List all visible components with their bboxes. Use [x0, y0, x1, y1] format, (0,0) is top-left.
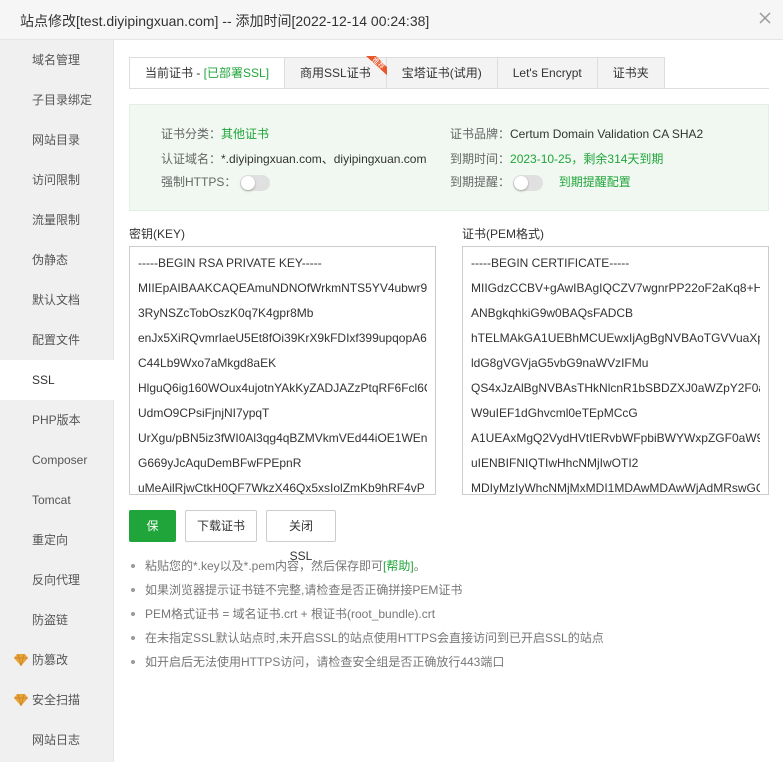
key-label: 密钥(KEY)	[129, 227, 186, 241]
tip-item: 在未指定SSL默认站点时,未开启SSL的站点使用HTTPS会直接访问到已开启SS…	[131, 626, 771, 650]
sidebar-item-redirect[interactable]: 重定向	[0, 520, 114, 560]
text-line: HlguQ6ig160WOux4ujotnYAkKyZADJAZzPtqRF6F…	[138, 381, 427, 395]
text-line: -----BEGIN RSA PRIVATE KEY-----	[138, 256, 322, 270]
sidebar-item-access-limit[interactable]: 访问限制	[0, 160, 114, 200]
cert-info-box: 证书分类：其他证书 认证域名：*.diyipingxuan.com、diyipi…	[129, 104, 769, 211]
sidebar-item-rewrite[interactable]: 伪静态	[0, 240, 114, 280]
text-line: ldG8gVGVjaG5vbG9naWVzIFMu	[471, 356, 649, 370]
text-line: enJx5XiRQvmrIaeU5Et8fOi39KrX9kFDIxf399up…	[138, 331, 427, 345]
force-https: 强制HTTPS：	[161, 173, 270, 191]
tab-divider	[129, 88, 769, 89]
tab-commercial-ssl[interactable]: 商用SSL证书 推荐	[285, 56, 390, 89]
sidebar-item-hotlink[interactable]: 防盗链	[0, 600, 114, 640]
sidebar-item-domain[interactable]: 域名管理	[0, 40, 114, 80]
text-line: C44Lb9Wxo7aMkgd8aEK	[138, 356, 277, 370]
dialog-titlebar: 站点修改[test.diyipingxuan.com] -- 添加时间[2022…	[0, 0, 783, 40]
help-link[interactable]: [帮助]	[383, 559, 414, 573]
sidebar-item-ssl[interactable]: SSL	[0, 360, 115, 400]
dialog-title: 站点修改[test.diyipingxuan.com] -- 添加时间[2022…	[20, 13, 430, 29]
text-line: MIIEpAIBAAKCAQEAmuNDNOfWrkmNTS5YV4ubwr9	[138, 281, 427, 295]
tip-item: 如开启后无法使用HTTPS访问，请检查安全组是否正确放行443端口	[131, 650, 771, 674]
save-button[interactable]: 保存	[129, 510, 176, 563]
download-cert-button[interactable]: 下载证书	[185, 510, 257, 542]
text-line: MIIGdzCCBV+gAwIBAgIQCZV7wgnrPP22oF2aKq8+…	[471, 281, 760, 295]
force-https-toggle[interactable]	[239, 174, 270, 191]
text-line: G669yJcAquDemBFwFPEpnR	[138, 456, 302, 470]
cert-textarea[interactable]: -----BEGIN CERTIFICATE----- MIIGdzCCBV+gA…	[462, 246, 769, 495]
sidebar-item-site-dir[interactable]: 网站目录	[0, 120, 114, 160]
sidebar: 域名管理 子目录绑定 网站目录 访问限制 流量限制 伪静态 默认文档 配置文件 …	[0, 40, 115, 762]
close-ssl-button[interactable]: 关闭SSL	[266, 510, 336, 563]
text-line: 3RyNSZcTobOszK0q7K4gpr8Mb	[138, 306, 314, 320]
sidebar-item-reverse-proxy[interactable]: 反向代理	[0, 560, 114, 600]
text-line: MDIyMzIyWhcNMjMxMDI1MDAwMDAwWjAdMRswGQ	[471, 481, 760, 495]
tab-cert-folder[interactable]: 证书夹	[597, 57, 665, 89]
tips-list: 粘贴您的*.key以及*.pem内容，然后保存即可[帮助]。 如果浏览器提示证书…	[131, 554, 771, 674]
cert-brand: 证书品牌：Certum Domain Validation CA SHA2	[450, 127, 704, 141]
tip-item: 如果浏览器提示证书链不完整,请检查是否正确拼接PEM证书	[131, 578, 771, 602]
text-line: uMeAilRjwCtkH0QF7WkzX46Qx5xsIolZmKb9hRF4…	[138, 481, 425, 495]
cert-domain: 认证域名：*.diyipingxuan.com、diyipingxuan.com	[161, 152, 427, 166]
reminder-config-link[interactable]: 到期提醒配置	[559, 175, 631, 189]
ssl-deployed-status: [已部署SSL]	[203, 66, 270, 80]
tab-current-cert[interactable]: 当前证书 - [已部署SSL]	[129, 57, 286, 89]
vip-diamond-icon	[14, 654, 28, 666]
expire-reminder-toggle[interactable]	[513, 174, 544, 191]
cert-category: 证书分类：其他证书	[161, 127, 270, 141]
sidebar-item-default-doc[interactable]: 默认文档	[0, 280, 114, 320]
text-line: -----BEGIN CERTIFICATE-----	[471, 256, 630, 270]
text-line: uIENBIFNIQTIwHhcNMjIwOTI2	[471, 456, 639, 470]
sidebar-item-config[interactable]: 配置文件	[0, 320, 114, 360]
text-line: W9uIEF1dGhvcml0eTEpMCcG	[471, 406, 638, 420]
recommend-ribbon-badge: 推荐	[365, 56, 390, 78]
tip-item: PEM格式证书 = 域名证书.crt + 根证书(root_bundle).cr…	[131, 602, 771, 626]
expire-reminder: 到期提醒： 到期提醒配置	[450, 174, 631, 191]
text-line: A1UEAxMgQ2VydHVtIERvbWFpbiBWYWxpZGF0aW9	[471, 431, 760, 445]
sidebar-item-php[interactable]: PHP版本	[0, 400, 114, 440]
ssl-tabs: 当前证书 - [已部署SSL] 商用SSL证书 推荐 宝塔证书(试用) Let'…	[129, 56, 665, 89]
sidebar-item-composer[interactable]: Composer	[0, 440, 114, 480]
text-line: hTELMAkGA1UEBhMCUEwxIjAgBgNVBAoTGVVuaXp	[471, 331, 760, 345]
sidebar-item-tomcat[interactable]: Tomcat	[0, 480, 114, 520]
cert-label: 证书(PEM格式)	[462, 227, 544, 241]
text-line: UrXgu/pBN5iz3fWI0Al3qg4qBZMVkmVEd44iOE1W…	[138, 431, 427, 445]
tab-lets-encrypt[interactable]: Let's Encrypt	[497, 57, 598, 89]
tab-baota-cert[interactable]: 宝塔证书(试用)	[386, 57, 498, 89]
vip-diamond-icon	[14, 694, 28, 706]
sidebar-item-site-log[interactable]: 网站日志	[0, 720, 114, 760]
sidebar-item-subdir[interactable]: 子目录绑定	[0, 80, 114, 120]
text-line: UdmO9CPsiFjnjNI7ypqT	[138, 406, 270, 420]
key-textarea[interactable]: -----BEGIN RSA PRIVATE KEY----- MIIEpAIBA…	[129, 246, 436, 495]
sidebar-item-security-scan[interactable]: 安全扫描	[0, 680, 114, 720]
sidebar-item-traffic-limit[interactable]: 流量限制	[0, 200, 114, 240]
ssl-panel: 当前证书 - [已部署SSL] 商用SSL证书 推荐 宝塔证书(试用) Let'…	[115, 40, 783, 762]
sidebar-item-tamper-proof[interactable]: 防篡改	[0, 640, 114, 680]
text-line: QS4xJzAlBgNVBAsTHkNlcnR1bSBDZXJ0aWZpY2F0…	[471, 381, 760, 395]
cert-expire: 到期时间：2023-10-25，剩余314天到期	[450, 152, 664, 166]
tip-item: 粘贴您的*.key以及*.pem内容，然后保存即可[帮助]。	[131, 554, 771, 578]
close-icon[interactable]	[755, 8, 775, 28]
text-line: ANBgkqhkiG9w0BAQsFADCB	[471, 306, 634, 320]
